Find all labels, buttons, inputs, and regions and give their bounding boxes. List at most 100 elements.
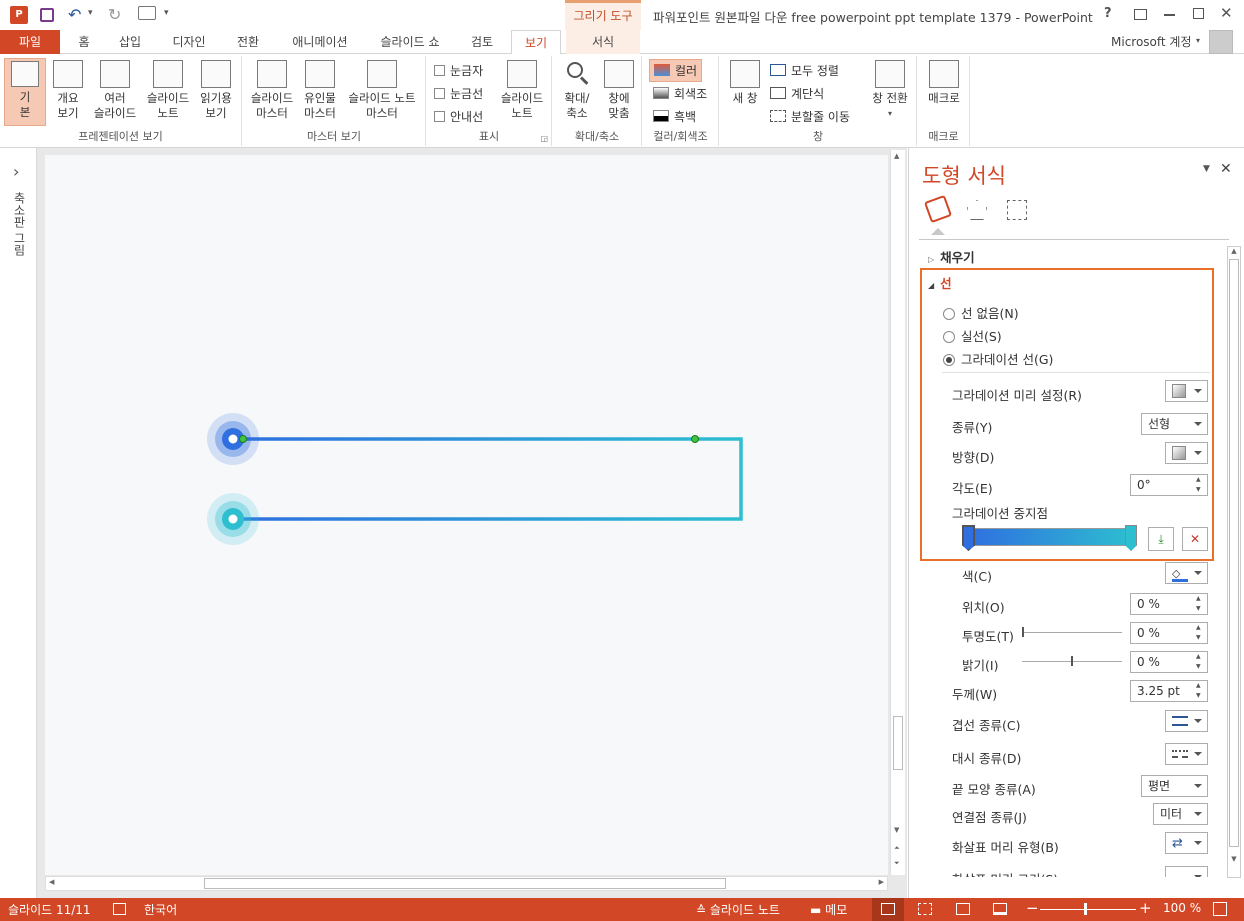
zoom-out-button[interactable]: − [1026,899,1039,917]
cascade-button[interactable]: 계단식 [770,85,824,102]
vertical-scrollbar[interactable]: ▲ ▼ ⏶ ⏷ [890,150,905,875]
slide-master-button[interactable]: 슬라이드 마스터 [245,60,299,121]
undo-dropdown-icon[interactable]: ▾ [88,8,93,18]
spell-check-icon[interactable] [113,903,126,915]
stop-brightness-input[interactable]: 0 % [1130,651,1208,673]
account-dropdown-icon[interactable]: ▾ [1196,36,1200,45]
outline-view-button[interactable]: 개요 보기 [50,60,86,121]
gradient-direction-dropdown[interactable] [1165,442,1208,464]
ruler-checkbox[interactable]: 눈금자 [434,62,483,79]
slide-sorter-button[interactable]: 여러 슬라이드 [88,60,142,121]
gradient-preset-dropdown[interactable] [1165,380,1208,402]
arrow-begin-size-dropdown[interactable] [1165,866,1208,877]
expand-thumbnails-icon[interactable]: › [13,162,19,181]
ribbon-display-icon[interactable] [1134,9,1147,20]
brightness-slider-thumb[interactable] [1071,656,1073,666]
reading-view-button[interactable]: 읽기용 보기 [194,60,238,121]
guides-check-icon[interactable] [434,111,445,122]
grayscale-button[interactable]: 회색조 [653,85,707,102]
gridlines-checkbox[interactable]: 눈금선 [434,85,483,102]
radio-icon[interactable] [943,308,955,320]
size-properties-tab-icon[interactable] [1007,200,1027,220]
notes-page-button[interactable]: 슬라이드 노트 [142,60,194,121]
blue-node-icon[interactable] [207,413,259,465]
scroll-thumb-horizontal[interactable] [204,878,726,889]
thumbnail-pane-collapsed[interactable]: › 축소판 그림 [0,148,37,898]
gradient-type-dropdown[interactable]: 선형 [1141,413,1208,435]
dialog-launcher-icon[interactable]: ◲ [540,134,548,143]
save-icon[interactable] [40,8,54,22]
slide-indicator[interactable]: 슬라이드 11/11 [8,901,91,918]
zoom-button[interactable]: 확대/ 축소 [557,60,597,121]
tab-view[interactable]: 보기 [511,30,561,55]
tab-home[interactable]: 홈 [66,30,102,54]
dash-type-dropdown[interactable] [1165,743,1208,765]
stop-transparency-input[interactable]: 0 % [1130,622,1208,644]
add-gradient-stop-button[interactable]: ⤓ [1148,527,1174,551]
tab-slideshow[interactable]: 슬라이드 쇼 [370,30,450,54]
transparency-slider-thumb[interactable] [1022,627,1024,637]
gradient-line-radio[interactable]: 그라데이션 선(G) [943,349,1053,368]
slide-canvas[interactable] [45,155,888,875]
no-line-radio[interactable]: 선 없음(N) [943,303,1019,322]
radio-selected-icon[interactable] [943,354,955,366]
line-width-input[interactable]: 3.25 pt [1130,680,1208,702]
guides-checkbox[interactable]: 안내선 [434,108,483,125]
zoom-slider-thumb[interactable] [1084,903,1087,915]
black-white-button[interactable]: 흑백 [653,108,696,125]
pane-options-icon[interactable]: ▼ [1203,164,1210,174]
notes-master-button[interactable]: 슬라이드 노트 마스터 [341,60,423,121]
pane-scroll-up-icon[interactable]: ▲ [1228,247,1240,255]
zoom-in-button[interactable]: + [1139,899,1152,917]
next-slide-icon[interactable]: ⏷ [894,859,900,868]
zoom-level[interactable]: 100 % [1163,901,1201,915]
compound-type-dropdown[interactable] [1165,710,1208,732]
cap-type-dropdown[interactable]: 평면 [1141,775,1208,797]
reading-view-status-icon[interactable] [956,903,970,915]
handout-master-button[interactable]: 유인물 마스터 [299,60,341,121]
gradient-connector-line[interactable] [233,437,743,521]
normal-view-button[interactable]: 기 본 [4,58,46,126]
fill-line-tab-icon[interactable] [923,194,953,224]
start-handle-icon[interactable] [239,435,247,443]
ruler-check-icon[interactable] [434,65,445,76]
comments-toggle[interactable]: ▬ 메모 [810,901,847,918]
tab-file[interactable]: 파일 [0,30,60,54]
join-type-dropdown[interactable]: 미터 [1153,803,1208,825]
effects-tab-icon[interactable] [967,200,987,220]
stop-color-dropdown[interactable]: ◇ [1165,562,1208,584]
tab-insert[interactable]: 삽입 [108,30,152,54]
pane-scrollbar[interactable]: ▲ ▼ [1227,246,1241,878]
tab-design[interactable]: 디자인 [162,30,216,54]
tab-transitions[interactable]: 전환 [228,30,268,54]
account-label[interactable]: Microsoft 계정 [1111,33,1192,50]
color-button[interactable]: 컬러 [649,59,703,82]
avatar[interactable] [1209,30,1233,54]
line-section-header[interactable]: ◢ 선 [928,273,952,292]
horizontal-scrollbar[interactable]: ◀ ▶ [45,876,888,891]
customize-toolbar-icon[interactable]: ▾ [164,8,169,18]
arrange-all-button[interactable]: 모두 정렬 [770,62,839,79]
macros-button[interactable]: 매크로 [922,60,966,106]
minimize-button[interactable] [1164,14,1175,16]
scroll-down-icon[interactable]: ▼ [894,826,899,834]
gradient-stops-bar[interactable] [966,528,1136,546]
gridlines-check-icon[interactable] [434,88,445,99]
end-handle-icon[interactable] [691,435,699,443]
fit-to-window-button[interactable]: 창에 맞춤 [599,60,639,121]
undo-icon[interactable]: ↶ [68,5,81,24]
arrow-begin-type-dropdown[interactable]: ⇄ [1165,832,1208,854]
switch-windows-button[interactable]: 창 전환 ▾ [866,60,914,121]
close-pane-icon[interactable]: ✕ [1220,161,1232,177]
tab-review[interactable]: 검토 [462,30,502,54]
notes-button[interactable]: 슬라이드 노트 [495,60,549,121]
scroll-left-icon[interactable]: ◀ [49,878,54,886]
close-button[interactable]: ✕ [1220,4,1233,22]
notes-toggle[interactable]: ≙ 슬라이드 노트 [696,901,780,918]
scroll-right-icon[interactable]: ▶ [879,878,884,886]
scroll-thumb[interactable] [893,716,903,770]
present-icon[interactable] [138,6,156,20]
remove-gradient-stop-button[interactable]: ✕ [1182,527,1208,551]
pane-scroll-down-icon[interactable]: ▼ [1228,855,1240,863]
solid-line-radio[interactable]: 실선(S) [943,326,1002,345]
